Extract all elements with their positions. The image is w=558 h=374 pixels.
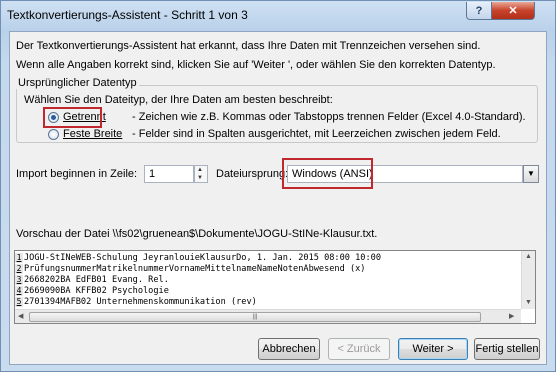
preview-row-text: 2701394MAFB02 Unternehmenskommunikation …: [24, 297, 257, 307]
horizontal-scroll-thumb[interactable]: |||: [29, 312, 481, 322]
title-bar[interactable]: Textkonvertierungs-Assistent - Schritt 1…: [1, 1, 557, 31]
file-preview[interactable]: 1 JOGU-StINeWEB-Schulung JeyranlouieKlaus…: [14, 250, 536, 324]
start-row-spinner[interactable]: ▲ ▼: [194, 165, 208, 183]
highlight-file-origin: [282, 158, 373, 189]
preview-row: 1 JOGU-StINeWEB-Schulung JeyranlouieKlaus…: [15, 253, 381, 263]
intro-text-1: Der Textkonvertierungs-Assistent hat erk…: [16, 40, 481, 52]
preview-row-number: 3: [15, 275, 23, 285]
radio-fixed-width-label[interactable]: Feste Breite: [63, 128, 122, 140]
close-icon: ✕: [508, 5, 518, 17]
file-origin-label: Dateiursprung:: [216, 168, 289, 180]
preview-row-number: 1: [15, 253, 23, 263]
help-button[interactable]: ?: [466, 2, 492, 20]
scroll-up-icon[interactable]: ▲: [525, 253, 532, 260]
preview-row: 5 2701394MAFB02 Unternehmenskommunikation…: [15, 297, 257, 307]
preview-row: 4 2669090BA KFFB02 Psychologie: [15, 286, 169, 296]
scroll-left-icon[interactable]: ◀: [18, 312, 23, 320]
preview-row: 2 PrüfungsnummerMatrikelnummerVornameMitt…: [15, 264, 365, 274]
preview-horizontal-scrollbar[interactable]: ◀ ||| ▶: [15, 309, 521, 323]
preview-vertical-scrollbar[interactable]: ▲ ▼: [521, 251, 535, 309]
file-origin-dropdown-button[interactable]: ▼: [523, 165, 539, 183]
radio-delimited-desc: - Zeichen wie z.B. Kommas oder Tabstopps…: [132, 111, 526, 123]
chevron-down-icon: ▼: [527, 169, 535, 178]
preview-row-number: 2: [15, 264, 23, 274]
radio-fixed-width-indicator[interactable]: [48, 129, 59, 140]
preview-row-text: 2668202BA EdFB01 Evang. Rel.: [24, 275, 169, 285]
cancel-button[interactable]: Abbrechen: [258, 338, 320, 360]
preview-row-text: PrüfungsnummerMatrikelnummerVornameMitte…: [24, 264, 366, 274]
window-title: Textkonvertierungs-Assistent - Schritt 1…: [7, 8, 248, 22]
preview-row-text: JOGU-StINeWEB-Schulung JeyranlouieKlausu…: [24, 253, 381, 263]
close-button[interactable]: ✕: [491, 2, 535, 20]
radio-fixed-width-desc: - Felder sind in Spalten ausgerichtet, m…: [132, 128, 501, 140]
text-import-wizard-window: Textkonvertierungs-Assistent - Schritt 1…: [0, 0, 556, 372]
preview-label: Vorschau der Datei \\fs02\gruenean$\Doku…: [16, 228, 378, 240]
scroll-right-icon[interactable]: ▶: [509, 312, 514, 320]
start-row-label: Import beginnen in Zeile:: [16, 168, 138, 180]
datatype-prompt: Wählen Sie den Dateityp, der Ihre Daten …: [24, 94, 333, 106]
help-icon: ?: [475, 5, 483, 17]
start-row-input[interactable]: 1: [144, 165, 194, 183]
finish-button[interactable]: Fertig stellen: [474, 338, 540, 360]
scroll-down-icon[interactable]: ▼: [525, 299, 532, 306]
back-button[interactable]: < Zurück: [328, 338, 390, 360]
next-button[interactable]: Weiter >: [398, 338, 468, 360]
wizard-client-area: Der Textkonvertierungs-Assistent hat erk…: [9, 31, 547, 365]
spinner-up-icon[interactable]: ▲: [197, 166, 203, 174]
highlight-delimited: [43, 107, 102, 128]
spinner-down-icon[interactable]: ▼: [197, 174, 203, 182]
datatype-legend: Ursprünglicher Datentyp: [16, 77, 139, 89]
preview-row-number: 4: [15, 286, 23, 296]
intro-text-2: Wenn alle Angaben korrekt sind, klicken …: [16, 59, 496, 71]
preview-row-text: 2669090BA KFFB02 Psychologie: [24, 286, 169, 296]
preview-row: 3 2668202BA EdFB01 Evang. Rel.: [15, 275, 169, 285]
preview-row-number: 5: [15, 297, 23, 307]
